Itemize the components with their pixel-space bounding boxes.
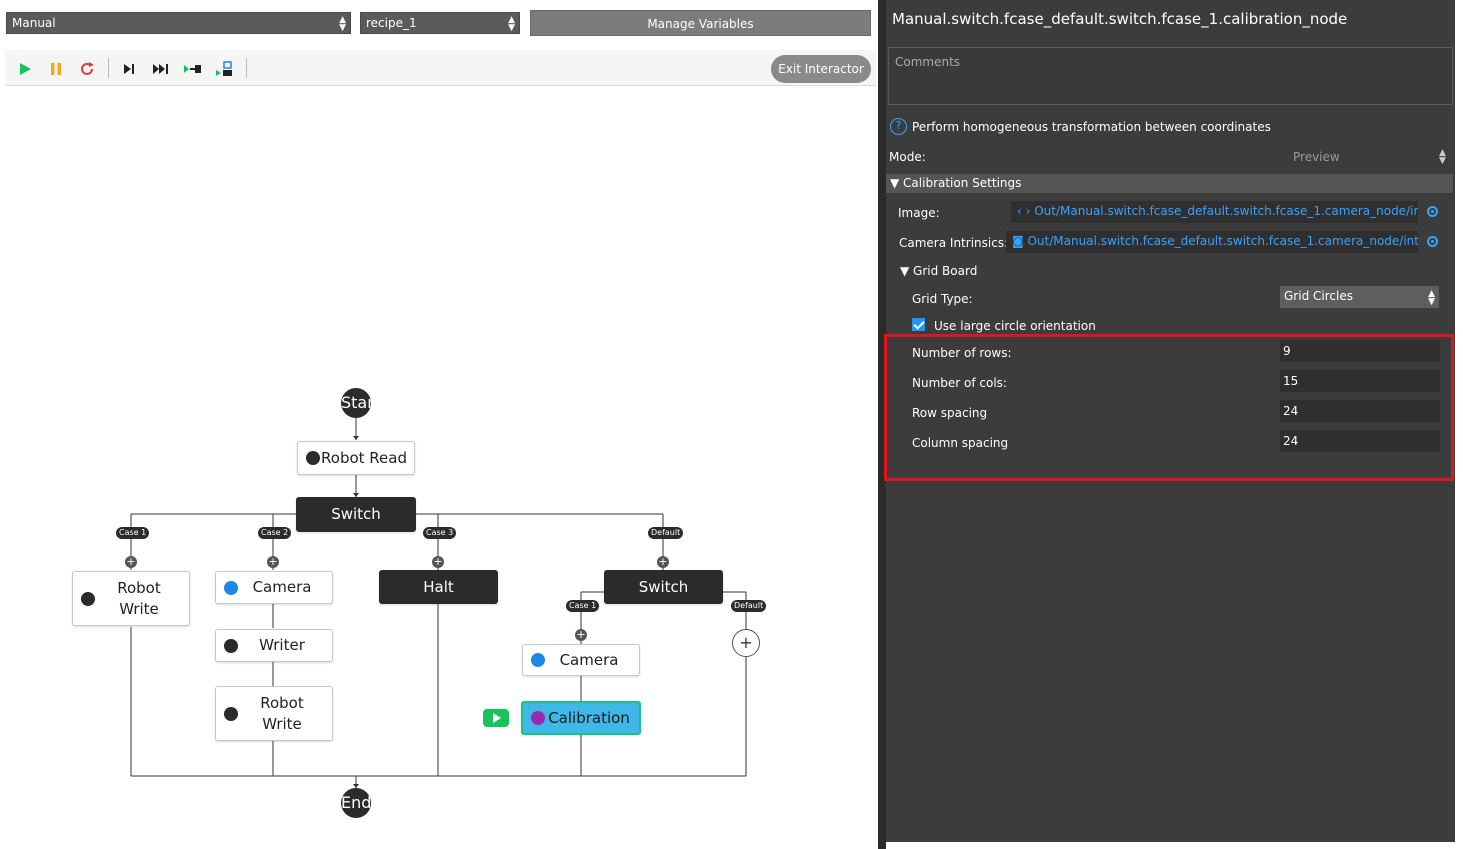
flow-connectors: [130, 418, 747, 788]
robot-write-label-1: Robot Write: [117, 578, 161, 618]
app-window: Manual ▲▼ recipe_1 ▲▼ Manage Variables: [0, 0, 1463, 849]
mode-select[interactable]: Manual ▲ ▼: [6, 12, 351, 34]
grid-type-value: Grid Circles: [1284, 289, 1353, 303]
updown-arrows-icon[interactable]: ▲ ▼: [1439, 149, 1446, 166]
add-node-plus-icon[interactable]: +: [657, 556, 669, 568]
large-circle-label: Use large circle orientation: [934, 319, 1096, 333]
switch-node-inner-label: Switch: [638, 577, 689, 596]
camera-node-2[interactable]: Camera: [522, 644, 640, 676]
halt-label: Halt: [423, 577, 454, 596]
calibration-label: Calibration: [548, 708, 630, 727]
manage-variables-button[interactable]: Manage Variables: [530, 10, 871, 36]
help-icon[interactable]: ?: [890, 118, 907, 135]
switch-node-inner[interactable]: Switch: [604, 570, 723, 604]
robot-icon: [306, 451, 320, 465]
collapse-triangle-icon: ▼: [900, 264, 914, 278]
camera-label-1: Camera: [252, 578, 312, 596]
mode-value[interactable]: Preview: [1293, 150, 1340, 164]
camera-label-2: Camera: [559, 650, 619, 669]
end-node-label: End: [341, 793, 371, 812]
camera-intrinsics-link[interactable]: ◙ Out/Manual.switch.fcase_default.switch…: [1006, 231, 1418, 253]
halt-node[interactable]: Halt: [379, 570, 498, 604]
camera-node-1[interactable]: Camera: [215, 571, 333, 604]
camera-icon: ◙: [1012, 234, 1028, 248]
grid-type-select[interactable]: Grid Circles ▲ ▼: [1280, 286, 1439, 308]
robot-write-label-2: Robot Write: [260, 693, 304, 733]
recipe-select-value: recipe_1: [366, 16, 417, 30]
highlight-box: [884, 334, 1454, 481]
add-node-plus-icon[interactable]: +: [732, 629, 760, 657]
default-badge: Default: [648, 527, 684, 539]
robot-read-node[interactable]: Robot Read: [297, 441, 415, 475]
calibration-settings-header[interactable]: ▼ Calibration Settings: [886, 174, 1453, 193]
grid-type-label: Grid Type:: [912, 292, 973, 306]
robot-icon: [81, 591, 95, 606]
node-path-title: Manual.switch.fcase_default.switch.fcase…: [892, 10, 1348, 28]
top-bar: Manual ▲ ▼ recipe_1 ▲ ▼ Manage Variables: [0, 0, 878, 40]
pause-icon[interactable]: [46, 59, 66, 79]
mode-select-value: Manual: [12, 16, 56, 30]
image-source-value: Out/Manual.switch.fcase_default.switch.f…: [1034, 204, 1418, 218]
robot-icon: [224, 706, 238, 721]
image-label: Image:: [898, 206, 940, 220]
add-node-plus-icon[interactable]: +: [575, 629, 587, 641]
calibration-node[interactable]: Calibration: [521, 701, 641, 735]
toolbar-separator: [108, 58, 109, 78]
start-node-label: Start: [341, 393, 371, 412]
image-source-link[interactable]: ‹ › Out/Manual.switch.fcase_default.swit…: [1011, 201, 1418, 223]
add-node-plus-icon[interactable]: +: [125, 556, 137, 568]
calibration-settings-title: Calibration Settings: [903, 176, 1022, 190]
run-toolbar: Exit Interactor: [5, 50, 876, 86]
writer-label: Writer: [259, 636, 305, 654]
fast-forward-icon[interactable]: [151, 59, 171, 79]
switch-node-main[interactable]: Switch: [296, 497, 416, 532]
case2-badge: Case 2: [258, 527, 292, 539]
step-icon[interactable]: [119, 59, 139, 79]
toolbar-separator: [246, 58, 247, 78]
camera-intrinsics-label: Camera Intrinsics:: [899, 236, 1009, 250]
switch-node-main-label: Switch: [331, 505, 381, 523]
start-node[interactable]: Start: [341, 388, 371, 418]
calibration-icon: [531, 711, 545, 725]
case1-badge: Case 1: [116, 527, 150, 539]
step-into-icon[interactable]: [183, 59, 203, 79]
large-circle-checkbox[interactable]: [912, 318, 925, 331]
flow-canvas[interactable]: Start Robot Read Switch Case 1 Case 2 Ca…: [0, 86, 878, 849]
comments-field[interactable]: Comments: [888, 47, 1453, 105]
target-icon[interactable]: [1427, 236, 1438, 247]
updown-arrows-icon: ▲ ▼: [339, 15, 346, 33]
restart-icon[interactable]: [77, 59, 97, 79]
collapse-triangle-icon: ▼: [890, 176, 904, 190]
end-node[interactable]: End: [341, 788, 371, 818]
robot-write-node-1[interactable]: Robot Write: [72, 571, 190, 626]
grid-board-title: Grid Board: [913, 264, 978, 278]
help-row: ? Perform homogeneous transformation bet…: [890, 118, 1271, 135]
add-node-plus-icon[interactable]: +: [267, 556, 279, 568]
writer-icon: [224, 638, 238, 653]
updown-arrows-icon: ▲ ▼: [508, 15, 515, 33]
exit-interactor-button[interactable]: Exit Interactor: [771, 55, 871, 83]
add-node-plus-icon[interactable]: +: [432, 556, 444, 568]
mode-label: Mode:: [889, 150, 926, 164]
target-icon[interactable]: [1427, 206, 1438, 217]
robot-write-node-2[interactable]: Robot Write: [215, 686, 333, 741]
inner-case1-badge: Case 1: [566, 600, 600, 612]
grid-board-header[interactable]: ▼ Grid Board: [900, 264, 977, 278]
play-icon[interactable]: [15, 59, 35, 79]
help-text: Perform homogeneous transformation betwe…: [912, 119, 1271, 134]
step-over-icon[interactable]: [215, 59, 235, 79]
link-icon: ‹ ›: [1017, 204, 1035, 218]
case3-badge: Case 3: [423, 527, 457, 539]
recipe-select[interactable]: recipe_1 ▲ ▼: [360, 12, 520, 34]
comments-placeholder: Comments: [895, 55, 961, 69]
writer-node[interactable]: Writer: [215, 629, 333, 662]
camera-icon: [224, 580, 238, 595]
camera-icon: [531, 653, 545, 667]
inner-default-badge: Default: [731, 600, 767, 612]
robot-read-label: Robot Read: [321, 448, 407, 467]
run-play-icon[interactable]: [483, 709, 509, 727]
camera-intrinsics-value: Out/Manual.switch.fcase_default.switch.f…: [1027, 234, 1418, 248]
updown-arrows-icon: ▲ ▼: [1428, 289, 1435, 307]
